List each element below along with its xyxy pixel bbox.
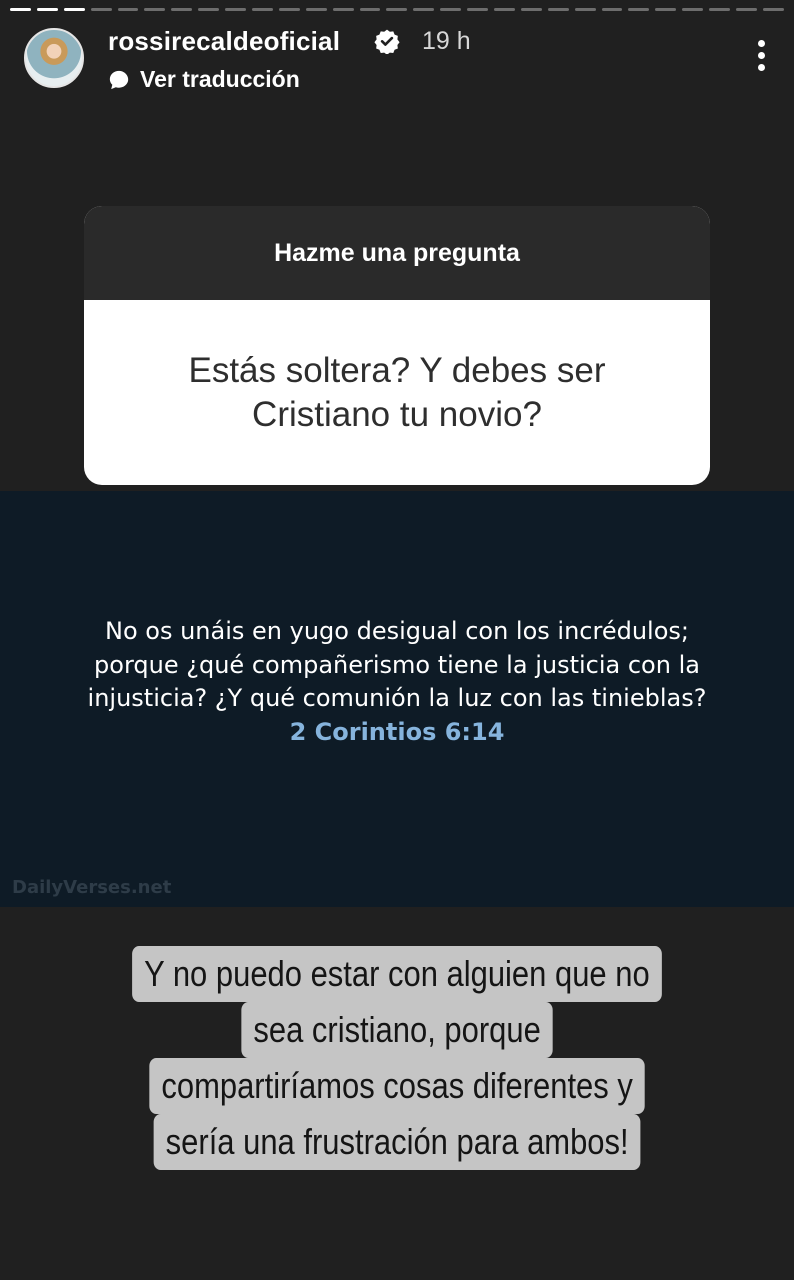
progress-segment <box>440 8 462 11</box>
progress-segment <box>467 8 489 11</box>
progress-segment <box>547 8 569 11</box>
progress-segment <box>117 8 139 11</box>
story-header: rossirecaldeoficial 19 h Ver traducción <box>24 26 770 96</box>
progress-segment <box>520 8 542 11</box>
speech-bubble-icon <box>109 70 129 89</box>
progress-segment <box>90 8 112 11</box>
progress-segment <box>10 8 31 11</box>
progress-segment <box>171 8 193 11</box>
progress-segment <box>655 8 677 11</box>
verse-text: No os unáis en yugo desigual con los inc… <box>87 617 707 712</box>
translate-label: Ver traducción <box>140 66 300 92</box>
avatar[interactable] <box>24 28 84 88</box>
progress-segment <box>198 8 220 11</box>
reply-line: sea cristiano, porque <box>241 1002 553 1058</box>
reply-line: compartiríamos cosas diferentes y <box>149 1058 645 1114</box>
reply-text-block: Y no puedo estar con alguien que no sea … <box>0 946 794 1170</box>
verse-reference: 2 Corintios 6:14 <box>289 717 505 746</box>
progress-segment <box>252 8 273 11</box>
progress-segment <box>144 8 166 11</box>
bible-verse-card: No os unáis en yugo desigual con los inc… <box>0 491 794 907</box>
username[interactable]: rossirecaldeoficial <box>108 26 340 57</box>
question-text: Estás soltera? Y debes ser Cristiano tu … <box>188 350 606 434</box>
progress-segment <box>413 8 435 11</box>
progress-segment <box>36 8 58 11</box>
question-sticker-header: Hazme una pregunta <box>84 206 710 300</box>
reply-line: sería una frustración para ambos! <box>153 1114 641 1170</box>
progress-segment <box>628 8 650 11</box>
story-progress-bar <box>10 8 784 11</box>
progress-segment <box>574 8 596 11</box>
question-sticker: Hazme una pregunta Estás soltera? Y debe… <box>84 206 710 485</box>
progress-segment <box>494 8 515 11</box>
progress-segment <box>332 8 354 11</box>
verified-badge-icon <box>374 29 400 54</box>
reply-line: Y no puedo estar con alguien que no <box>132 946 662 1002</box>
progress-segment <box>682 8 704 11</box>
progress-segment <box>709 8 731 11</box>
progress-segment <box>736 8 757 11</box>
progress-segment <box>601 8 623 11</box>
watermark: DailyVerses.net <box>12 877 172 898</box>
progress-segment <box>386 8 408 11</box>
progress-segment <box>63 8 85 11</box>
more-vertical-icon[interactable] <box>758 40 766 74</box>
progress-segment <box>359 8 381 11</box>
progress-segment <box>225 8 247 11</box>
progress-segment <box>305 8 327 11</box>
verse-body: No os unáis en yugo desigual con los inc… <box>60 615 734 749</box>
post-time: 19 h <box>422 27 471 55</box>
translate-link[interactable]: Ver traducción <box>108 66 300 93</box>
progress-segment <box>762 8 784 11</box>
progress-segment <box>278 8 300 11</box>
